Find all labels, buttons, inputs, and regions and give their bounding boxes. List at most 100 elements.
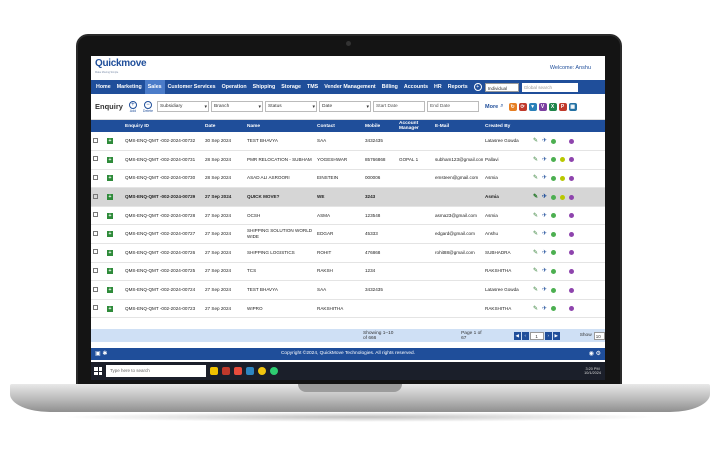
edit-icon[interactable]: ✎ bbox=[533, 194, 538, 200]
next-page-button[interactable]: › bbox=[544, 331, 552, 340]
row-checkbox[interactable] bbox=[93, 193, 98, 199]
app-blue-icon[interactable] bbox=[246, 367, 254, 375]
more-actions-icon[interactable] bbox=[569, 287, 575, 293]
row-checkbox[interactable] bbox=[93, 249, 98, 255]
first-page-button[interactable]: ◀ bbox=[513, 331, 521, 340]
delete-button[interactable]: − Delete bbox=[143, 100, 153, 113]
edit-icon[interactable]: ✎ bbox=[533, 175, 538, 181]
last-page-button[interactable]: ▶ bbox=[552, 331, 560, 340]
scope-select[interactable]: Individual bbox=[484, 82, 519, 92]
status-dot-icon[interactable] bbox=[551, 250, 557, 256]
excel-icon[interactable]: X bbox=[548, 102, 557, 111]
global-search-input[interactable]: Global search bbox=[521, 82, 578, 92]
nav-item-reports[interactable]: Reports bbox=[445, 80, 471, 94]
more-actions-icon[interactable] bbox=[569, 213, 575, 219]
status-dot-icon[interactable] bbox=[551, 175, 557, 181]
windows-start-icon[interactable] bbox=[94, 367, 102, 375]
footer-left-icons[interactable]: ▣ ✱ bbox=[95, 348, 107, 360]
nav-item-shipping[interactable]: Shipping bbox=[250, 80, 279, 94]
edit-icon[interactable]: ✎ bbox=[533, 231, 538, 237]
follow-up-icon[interactable]: ✈ bbox=[542, 175, 547, 181]
refresh-icon[interactable]: ↻ bbox=[508, 102, 517, 111]
more-actions-icon[interactable] bbox=[569, 194, 575, 200]
nav-item-hr[interactable]: HR bbox=[431, 80, 445, 94]
more-actions-icon[interactable] bbox=[569, 157, 575, 163]
status-dot-icon[interactable] bbox=[551, 306, 557, 312]
date-select[interactable]: Date bbox=[319, 101, 372, 112]
taskbar-search-input[interactable]: Type here to search bbox=[106, 365, 206, 377]
table-row[interactable]: + QMS-ENQ-QMT -002-2024-00726 27 Sep 2024 S… bbox=[91, 243, 605, 263]
edit-icon[interactable]: ✎ bbox=[533, 287, 538, 293]
table-row[interactable]: + QMS-ENQ-QMT -002-2024-00728 27 Sep 2024 O… bbox=[91, 206, 605, 226]
branch-select[interactable]: Branch bbox=[211, 101, 264, 112]
search-icon[interactable]: ⌕ bbox=[500, 103, 503, 110]
expand-icon[interactable]: + bbox=[107, 231, 113, 238]
status-dot-icon[interactable] bbox=[551, 268, 557, 274]
row-checkbox[interactable] bbox=[93, 212, 98, 218]
more-actions-icon[interactable] bbox=[569, 268, 575, 274]
column-header-date[interactable]: Date bbox=[203, 120, 245, 132]
add-button[interactable]: + Add bbox=[128, 100, 137, 113]
smiley-icon[interactable] bbox=[560, 175, 566, 181]
follow-up-icon[interactable]: ✈ bbox=[542, 287, 547, 293]
smiley-icon[interactable] bbox=[560, 194, 566, 200]
row-checkbox[interactable] bbox=[93, 156, 98, 162]
more-link[interactable]: More bbox=[485, 104, 498, 110]
view-icon[interactable]: V bbox=[538, 102, 547, 111]
pdf-icon[interactable]: P bbox=[558, 102, 567, 111]
column-header-mobile[interactable]: Mobile bbox=[363, 120, 397, 132]
more-actions-icon[interactable] bbox=[569, 175, 575, 181]
edit-icon[interactable]: ✎ bbox=[533, 306, 538, 312]
quick-add-icon[interactable]: + bbox=[473, 83, 482, 91]
app-logo[interactable]: Quickmove Make Moving Simple bbox=[95, 59, 147, 77]
more-actions-icon[interactable] bbox=[569, 250, 575, 256]
column-header-created-by[interactable]: Created By bbox=[483, 120, 531, 132]
column-header-contact[interactable]: Contact bbox=[315, 120, 363, 132]
expand-icon[interactable]: + bbox=[107, 249, 113, 256]
edit-icon[interactable]: ✎ bbox=[533, 213, 538, 219]
table-row[interactable]: + QMS-ENQ-QMT -002-2024-00724 27 Sep 2024 T… bbox=[91, 280, 605, 300]
end-date-input[interactable]: End Date bbox=[427, 101, 480, 112]
table-row[interactable]: + QMS-ENQ-QMT -002-2024-00723 27 Sep 2024 W… bbox=[91, 299, 605, 319]
status-dot-icon[interactable] bbox=[551, 231, 557, 237]
status-select[interactable]: Status bbox=[265, 101, 318, 112]
nav-item-vender-management[interactable]: Vender Management bbox=[321, 80, 379, 94]
row-checkbox[interactable] bbox=[93, 267, 98, 273]
edit-icon[interactable]: ✎ bbox=[533, 138, 538, 144]
file-explorer-icon[interactable] bbox=[210, 367, 218, 375]
table-row[interactable]: + QMS-ENQ-QMT -002-2024-00732 30 Sep 2024 T… bbox=[91, 132, 605, 152]
filter-icon[interactable]: ▼ bbox=[528, 102, 537, 111]
status-dot-icon[interactable] bbox=[551, 157, 557, 163]
start-date-input[interactable]: Start Date bbox=[373, 101, 426, 112]
expand-icon[interactable]: + bbox=[107, 156, 113, 163]
footer-right-icons[interactable]: ◉ ⚙ bbox=[589, 348, 601, 360]
table-row[interactable]: + QMS-ENQ-QMT -002-2024-00725 27 Sep 2024 T… bbox=[91, 262, 605, 282]
expand-icon[interactable]: + bbox=[107, 305, 113, 312]
table-row[interactable]: + QMS-ENQ-QMT -002-2024-00730 28 Sep 2024 A… bbox=[91, 169, 605, 189]
follow-up-icon[interactable]: ✈ bbox=[542, 213, 547, 219]
smiley-icon[interactable] bbox=[560, 157, 566, 163]
sync-icon[interactable]: ⟳ bbox=[518, 102, 527, 111]
expand-icon[interactable]: + bbox=[107, 138, 113, 145]
nav-item-storage[interactable]: Storage bbox=[278, 80, 304, 94]
edit-icon[interactable]: ✎ bbox=[533, 268, 538, 274]
nav-item-billing[interactable]: Billing bbox=[379, 80, 401, 94]
system-tray[interactable]: 3:20 PM 10/1/2024 bbox=[584, 367, 601, 376]
column-header-account-manager[interactable]: Account Manager bbox=[397, 120, 433, 132]
page-size-select[interactable]: 10 bbox=[593, 331, 605, 340]
nav-item-operation[interactable]: Operation bbox=[219, 80, 250, 94]
expand-icon[interactable]: + bbox=[107, 287, 113, 294]
column-header-enquiry-id[interactable]: Enquiry ID bbox=[123, 120, 203, 132]
nav-item-accounts[interactable]: Accounts bbox=[401, 80, 431, 94]
status-dot-icon[interactable] bbox=[551, 138, 557, 144]
follow-up-icon[interactable]: ✈ bbox=[542, 157, 547, 163]
follow-up-icon[interactable]: ✈ bbox=[542, 231, 547, 237]
row-checkbox[interactable] bbox=[93, 305, 98, 311]
status-dot-icon[interactable] bbox=[551, 194, 557, 200]
follow-up-icon[interactable]: ✈ bbox=[542, 138, 547, 144]
page-input[interactable]: 1 bbox=[529, 331, 544, 340]
subsidiary-select[interactable]: Subsidiary bbox=[157, 101, 210, 112]
status-dot-icon[interactable] bbox=[551, 213, 557, 219]
table-row[interactable]: + QMS-ENQ-QMT -002-2024-00727 27 Sep 2024 S… bbox=[91, 224, 605, 245]
row-checkbox[interactable] bbox=[93, 286, 98, 292]
